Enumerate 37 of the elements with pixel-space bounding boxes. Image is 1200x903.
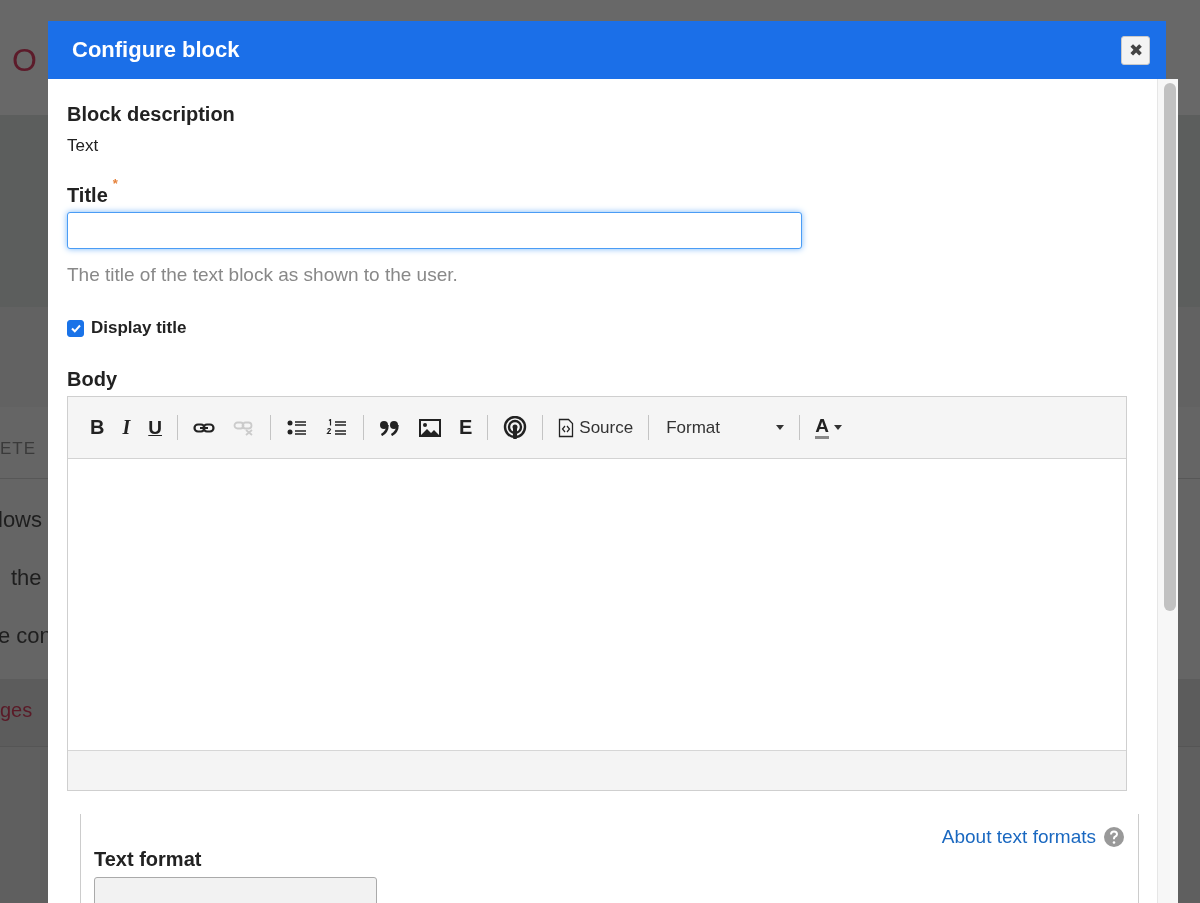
help-icon xyxy=(1104,827,1124,847)
bold-button[interactable]: B xyxy=(82,412,113,443)
link-icon xyxy=(193,420,215,435)
page-text: the xyxy=(11,565,42,590)
checkmark-icon xyxy=(69,322,82,334)
title-input[interactable] xyxy=(67,212,802,249)
checkbox-label[interactable]: Display title xyxy=(91,318,187,338)
dialog-title: Configure block xyxy=(72,37,240,63)
field-value: Text xyxy=(67,136,100,156)
field-label: Title xyxy=(67,184,108,207)
text-color-button[interactable]: A xyxy=(807,412,850,443)
numbered-list-icon xyxy=(326,418,348,437)
page-text: lows xyxy=(0,507,42,532)
broadcast-icon xyxy=(503,415,528,440)
required-mark: * xyxy=(112,176,118,191)
help-link[interactable]: About text formats xyxy=(941,826,1096,848)
bulleted-list-icon xyxy=(286,418,308,437)
field-label: Text format xyxy=(94,848,203,871)
caret-icon xyxy=(833,425,842,430)
checkbox[interactable] xyxy=(67,319,84,337)
underline-button[interactable]: U xyxy=(140,412,170,443)
quote-icon xyxy=(379,419,401,436)
italic-button[interactable]: I xyxy=(114,412,139,443)
close-button[interactable]: ✖ xyxy=(1121,35,1150,65)
format-dropdown[interactable]: Format xyxy=(656,412,793,443)
image-icon xyxy=(419,418,441,437)
field-label: Body xyxy=(67,368,118,391)
scrollbar[interactable] xyxy=(1157,79,1178,903)
document-code-icon xyxy=(558,417,575,438)
field-label: Block description xyxy=(67,103,236,126)
field-description: The title of the text block as shown to the user. xyxy=(67,264,459,286)
caret-icon xyxy=(776,425,785,430)
source-button[interactable]: Source xyxy=(550,412,642,443)
embed-button[interactable]: E xyxy=(451,412,481,443)
unlink-icon xyxy=(233,419,255,436)
scrollbar-thumb[interactable] xyxy=(1164,83,1176,611)
logo-text: O xyxy=(12,42,39,79)
